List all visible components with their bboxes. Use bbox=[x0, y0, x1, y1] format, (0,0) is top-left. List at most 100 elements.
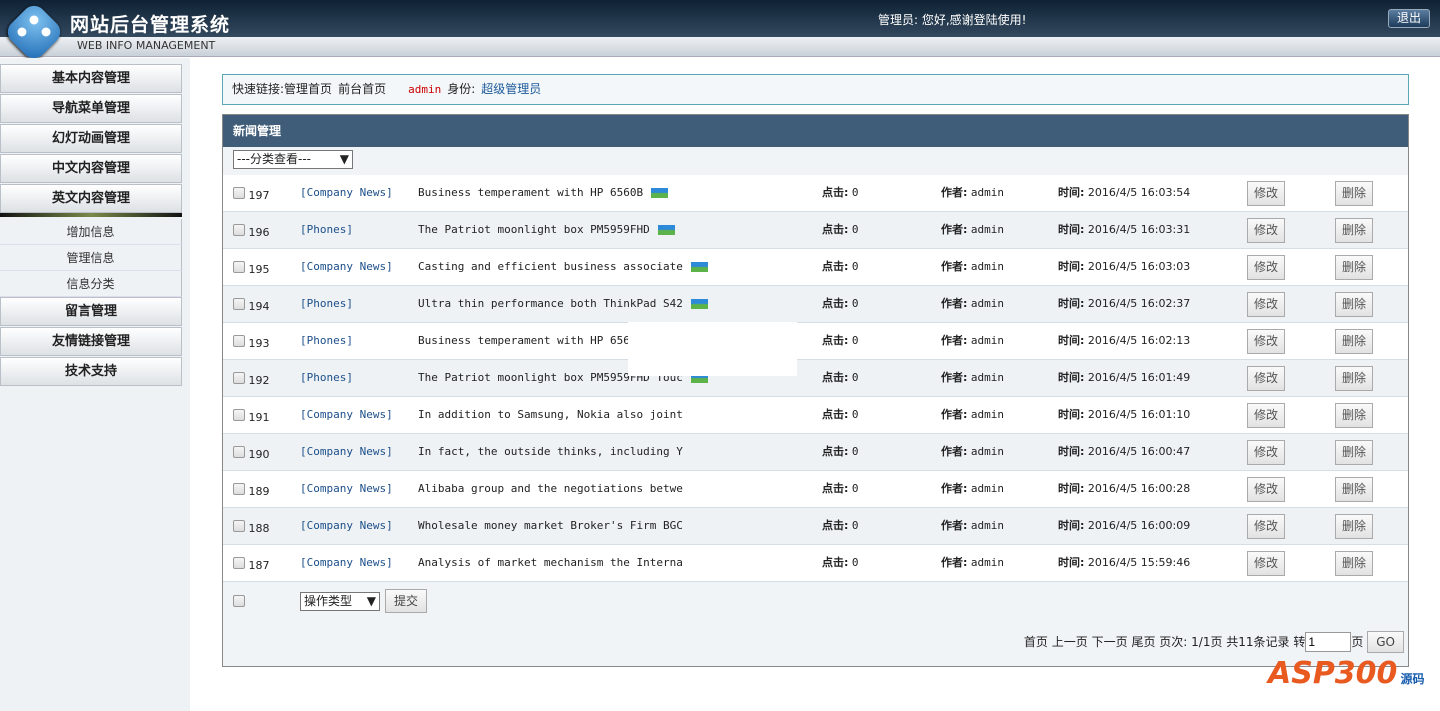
author-value: admin bbox=[970, 371, 1005, 384]
select-all-checkbox[interactable] bbox=[233, 595, 245, 607]
prev-page-link[interactable]: 上一页 bbox=[1052, 635, 1088, 649]
delete-button[interactable]: 删除 bbox=[1335, 551, 1373, 576]
row-category[interactable]: [Company News] bbox=[300, 508, 393, 544]
author-value: admin bbox=[970, 482, 1005, 495]
row-category[interactable]: [Company News] bbox=[300, 471, 393, 507]
row-checkbox[interactable] bbox=[233, 557, 245, 569]
clicks-label: 点击: bbox=[822, 297, 849, 310]
row-checkbox[interactable] bbox=[233, 261, 245, 273]
row-id: 197 bbox=[248, 189, 270, 202]
logout-button[interactable]: 退出 bbox=[1388, 9, 1430, 28]
row-category[interactable]: [Company News] bbox=[300, 175, 393, 211]
delete-button[interactable]: 删除 bbox=[1335, 329, 1373, 354]
sidebar-menu-support[interactable]: 技术支持 bbox=[0, 357, 182, 386]
row-category[interactable]: [Phones] bbox=[300, 360, 353, 396]
go-button[interactable]: GO bbox=[1367, 631, 1404, 653]
greeting: 管理员: 您好,感谢登陆使用! bbox=[878, 13, 1027, 27]
row-category[interactable]: [Phones] bbox=[300, 286, 353, 322]
row-checkbox[interactable] bbox=[233, 298, 245, 310]
action-type-select[interactable]: 操作类型 ▼ bbox=[300, 592, 380, 611]
row-checkbox[interactable] bbox=[233, 446, 245, 458]
edit-button[interactable]: 修改 bbox=[1247, 403, 1285, 428]
sidebar-menu-basic[interactable]: 基本内容管理 bbox=[0, 64, 182, 93]
row-checkbox[interactable] bbox=[233, 409, 245, 421]
row-title[interactable]: Ultra thin performance both ThinkPad S42 bbox=[418, 297, 683, 310]
category-filter-select[interactable]: ---分类查看--- ▼ bbox=[233, 150, 353, 169]
delete-button[interactable]: 删除 bbox=[1335, 181, 1373, 206]
page-input[interactable] bbox=[1305, 632, 1352, 652]
sidebar-sub-manage[interactable]: 管理信息 bbox=[0, 245, 182, 271]
edit-button[interactable]: 修改 bbox=[1247, 551, 1285, 576]
last-page-link[interactable]: 尾页 bbox=[1131, 635, 1155, 649]
admin-home-link[interactable]: 管理首页 bbox=[284, 82, 332, 96]
row-category[interactable]: [Company News] bbox=[300, 545, 393, 581]
edit-button[interactable]: 修改 bbox=[1247, 292, 1285, 317]
row-category[interactable]: [Company News] bbox=[300, 397, 393, 433]
submit-button[interactable]: 提交 bbox=[385, 589, 428, 613]
delete-button[interactable]: 删除 bbox=[1335, 218, 1373, 243]
row-title[interactable]: Analysis of market mechanism the Interna bbox=[418, 556, 683, 569]
row-category[interactable]: [Company News] bbox=[300, 249, 393, 285]
edit-button[interactable]: 修改 bbox=[1247, 218, 1285, 243]
bulk-actions: 操作类型 ▼ 提交 bbox=[223, 583, 1408, 621]
sidebar-menu-chinese[interactable]: 中文内容管理 bbox=[0, 154, 182, 183]
row-title[interactable]: Business temperament with HP 6560B bbox=[418, 334, 643, 347]
sidebar-menu-slides[interactable]: 幻灯动画管理 bbox=[0, 124, 182, 153]
sidebar-sub-category[interactable]: 信息分类 bbox=[0, 271, 182, 297]
edit-button[interactable]: 修改 bbox=[1247, 440, 1285, 465]
time-label: 时间: bbox=[1058, 371, 1085, 384]
row-title[interactable]: In addition to Samsung, Nokia also joint bbox=[418, 408, 683, 421]
row-title[interactable]: Alibaba group and the negotiations betwe bbox=[418, 482, 683, 495]
row-title[interactable]: Business temperament with HP 6560B bbox=[418, 186, 643, 199]
row-category[interactable]: [Phones] bbox=[300, 323, 353, 359]
edit-button[interactable]: 修改 bbox=[1247, 181, 1285, 206]
row-title-cell: Analysis of market mechanism the Interna bbox=[418, 545, 683, 581]
edit-button[interactable]: 修改 bbox=[1247, 366, 1285, 391]
row-clicks: 点击: 0 bbox=[822, 508, 859, 544]
row-clicks: 点击: 0 bbox=[822, 212, 859, 248]
author-value: admin bbox=[970, 408, 1005, 421]
delete-button[interactable]: 删除 bbox=[1335, 255, 1373, 280]
row-checkbox[interactable] bbox=[233, 224, 245, 236]
edit-button[interactable]: 修改 bbox=[1247, 477, 1285, 502]
row-id: 195 bbox=[248, 263, 270, 276]
row-category[interactable]: [Company News] bbox=[300, 434, 393, 470]
delete-button[interactable]: 删除 bbox=[1335, 440, 1373, 465]
author-value: admin bbox=[970, 445, 1005, 458]
edit-button[interactable]: 修改 bbox=[1247, 329, 1285, 354]
sidebar-menu-messages[interactable]: 留言管理 bbox=[0, 297, 182, 326]
delete-button[interactable]: 删除 bbox=[1335, 292, 1373, 317]
first-page-link[interactable]: 首页 bbox=[1024, 635, 1048, 649]
time-label: 时间: bbox=[1058, 334, 1085, 347]
edit-button[interactable]: 修改 bbox=[1247, 514, 1285, 539]
row-checkbox[interactable] bbox=[233, 335, 245, 347]
edit-button[interactable]: 修改 bbox=[1247, 255, 1285, 280]
sidebar-menu-nav[interactable]: 导航菜单管理 bbox=[0, 94, 182, 123]
row-checkbox[interactable] bbox=[233, 187, 245, 199]
row-time: 时间: 2016/4/5 16:03:54 bbox=[1058, 175, 1190, 211]
delete-button[interactable]: 删除 bbox=[1335, 477, 1373, 502]
row-checkbox[interactable] bbox=[233, 372, 245, 384]
sidebar-sub-add[interactable]: 增加信息 bbox=[0, 219, 182, 245]
table-row: 193 [Phones] Business temperament with H… bbox=[223, 323, 1408, 360]
row-title[interactable]: In fact, the outside thinks, including Y bbox=[418, 445, 683, 458]
row-checkbox[interactable] bbox=[233, 520, 245, 532]
row-checkbox[interactable] bbox=[233, 483, 245, 495]
time-label: 时间: bbox=[1058, 519, 1085, 532]
row-category[interactable]: [Phones] bbox=[300, 212, 353, 248]
pagination: 首页 上一页 下一页 尾页 页次: 1/1页 共11条记录 转 页 GO bbox=[1024, 631, 1404, 653]
delete-button[interactable]: 删除 bbox=[1335, 514, 1373, 539]
sidebar-menu-english[interactable]: 英文内容管理 bbox=[0, 184, 182, 213]
row-title[interactable]: Casting and efficient business associate bbox=[418, 260, 683, 273]
delete-button[interactable]: 删除 bbox=[1335, 403, 1373, 428]
row-title[interactable]: The Patriot moonlight box PM5959FHD bbox=[418, 223, 650, 236]
front-home-link[interactable]: 前台首页 bbox=[338, 82, 386, 96]
clicks-value: 0 bbox=[851, 445, 859, 458]
role-value[interactable]: 超级管理员 bbox=[481, 82, 541, 96]
next-page-link[interactable]: 下一页 bbox=[1092, 635, 1128, 649]
time-value: 2016/4/5 16:02:37 bbox=[1087, 297, 1191, 310]
row-clicks: 点击: 0 bbox=[822, 323, 859, 359]
row-title[interactable]: Wholesale money market Broker's Firm BGC bbox=[418, 519, 683, 532]
sidebar-menu-links[interactable]: 友情链接管理 bbox=[0, 327, 182, 356]
delete-button[interactable]: 删除 bbox=[1335, 366, 1373, 391]
